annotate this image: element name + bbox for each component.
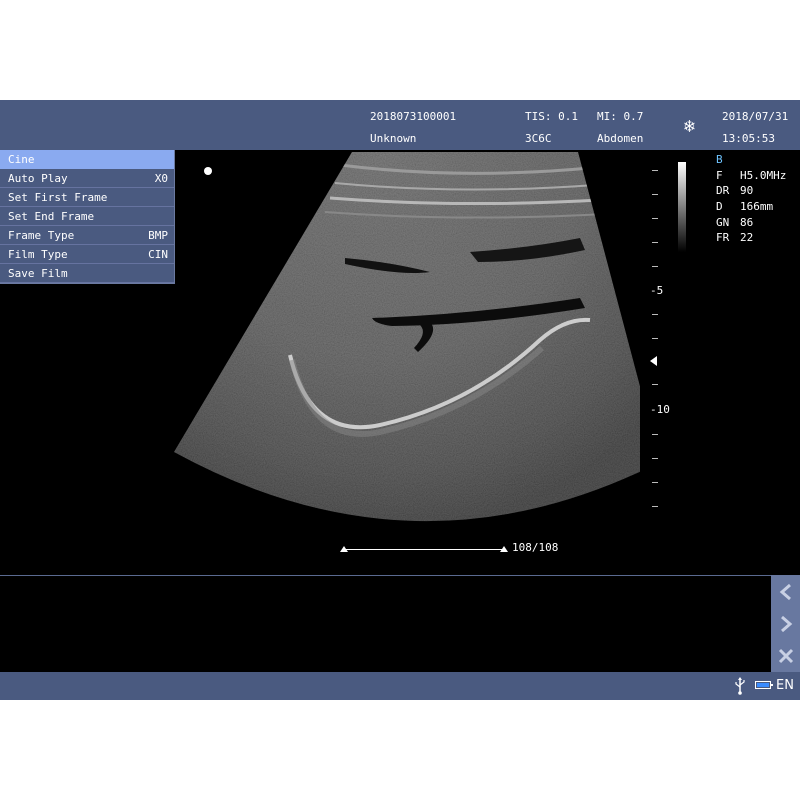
menu-item-film-type[interactable]: Film Type CIN bbox=[0, 245, 174, 264]
param-value: 166mm bbox=[740, 200, 774, 214]
cine-progress-bar[interactable] bbox=[340, 546, 508, 554]
param-frame-rate: FR 22 bbox=[716, 230, 786, 246]
menu-item-label: Set First Frame bbox=[8, 191, 108, 204]
menu-item-save-film[interactable]: Save Film bbox=[0, 264, 174, 283]
usb-icon bbox=[735, 677, 745, 695]
depth-tick bbox=[652, 384, 658, 385]
exam-type: Abdomen bbox=[597, 132, 644, 145]
date: 2018/07/31 bbox=[722, 110, 789, 123]
status-bar: EN bbox=[0, 672, 800, 700]
menu-item-set-first-frame[interactable]: Set First Frame bbox=[0, 188, 174, 207]
ultrasound-image[interactable] bbox=[170, 150, 640, 530]
depth-tick bbox=[652, 266, 658, 267]
cine-frame-counter: 108/108 bbox=[512, 541, 559, 554]
imaging-mode: B bbox=[716, 153, 723, 166]
param-value: H5.0MHz bbox=[740, 168, 787, 182]
snowflake-icon[interactable]: ❄ bbox=[684, 118, 695, 136]
cine-track bbox=[344, 549, 506, 550]
battery-level bbox=[757, 683, 769, 687]
time: 13:05:53 bbox=[722, 132, 775, 145]
depth-label-10: -10 bbox=[650, 403, 670, 416]
cine-end-marker[interactable] bbox=[500, 546, 508, 552]
param-key: F bbox=[716, 168, 723, 182]
header-bar: 2018073100001 Unknown TIS: 0.1 3C6C MI: … bbox=[0, 100, 800, 150]
param-depth: D 166mm bbox=[716, 199, 786, 215]
menu-item-frame-type[interactable]: Frame Type BMP bbox=[0, 226, 174, 245]
cine-menu-title[interactable]: Cine bbox=[0, 150, 174, 169]
depth-tick bbox=[652, 458, 658, 459]
depth-tick bbox=[652, 170, 658, 171]
language-indicator[interactable]: EN bbox=[776, 678, 794, 693]
mi-readout: MI: 0.7 bbox=[597, 110, 644, 123]
probe-name: 3C6C bbox=[525, 132, 552, 145]
ultrasound-screen: 2018073100001 Unknown TIS: 0.1 3C6C MI: … bbox=[0, 100, 800, 700]
menu-item-set-end-frame[interactable]: Set End Frame bbox=[0, 207, 174, 226]
param-key: D bbox=[716, 200, 723, 214]
side-nav bbox=[771, 575, 800, 672]
patient-name: Unknown bbox=[370, 132, 417, 145]
depth-tick bbox=[652, 434, 658, 435]
menu-item-auto-play[interactable]: Auto Play X0 bbox=[0, 169, 174, 188]
depth-tick bbox=[652, 482, 658, 483]
param-key: GN bbox=[716, 215, 730, 229]
tis-readout: TIS: 0.1 bbox=[525, 110, 578, 123]
focus-marker[interactable] bbox=[650, 356, 657, 366]
chevron-left-icon[interactable] bbox=[771, 576, 800, 608]
param-key: DR bbox=[716, 184, 730, 198]
param-frequency: F H5.0MHz bbox=[716, 168, 786, 184]
chevron-right-icon[interactable] bbox=[771, 608, 800, 640]
cine-menu-title-label: Cine bbox=[8, 153, 35, 166]
cine-start-marker[interactable] bbox=[340, 546, 348, 552]
depth-tick bbox=[652, 314, 658, 315]
depth-tick bbox=[652, 242, 658, 243]
close-icon[interactable] bbox=[771, 640, 800, 672]
battery-tip bbox=[771, 684, 773, 686]
depth-tick bbox=[652, 194, 658, 195]
param-value: 22 bbox=[740, 231, 754, 245]
menu-item-label: Set End Frame bbox=[8, 210, 95, 223]
param-key: FR bbox=[716, 231, 730, 245]
depth-tick bbox=[652, 218, 658, 219]
menu-item-label: Auto Play bbox=[8, 172, 68, 185]
param-value: 90 bbox=[740, 184, 754, 198]
menu-item-value: BMP bbox=[148, 229, 168, 242]
battery-icon bbox=[755, 681, 773, 689]
depth-tick bbox=[652, 506, 658, 507]
depth-label-5: -5 bbox=[650, 284, 664, 297]
cine-menu: Cine Auto Play X0 Set First Frame Set En… bbox=[0, 150, 175, 284]
menu-item-value: CIN bbox=[148, 248, 168, 261]
patient-id: 2018073100001 bbox=[370, 110, 457, 123]
param-value: 86 bbox=[740, 215, 754, 229]
menu-item-label: Film Type bbox=[8, 248, 68, 261]
depth-tick bbox=[652, 338, 658, 339]
menu-item-label: Frame Type bbox=[8, 229, 75, 242]
bottom-panel bbox=[0, 575, 772, 673]
menu-item-label: Save Film bbox=[8, 267, 68, 280]
grayscale-bar bbox=[678, 162, 686, 252]
param-gain: GN 86 bbox=[716, 215, 786, 231]
param-dynamic-range: DR 90 bbox=[716, 183, 786, 199]
menu-item-value: X0 bbox=[154, 172, 168, 185]
imaging-parameters: B F H5.0MHz DR 90 D 166mm GN 86 FR 22 bbox=[716, 152, 786, 246]
